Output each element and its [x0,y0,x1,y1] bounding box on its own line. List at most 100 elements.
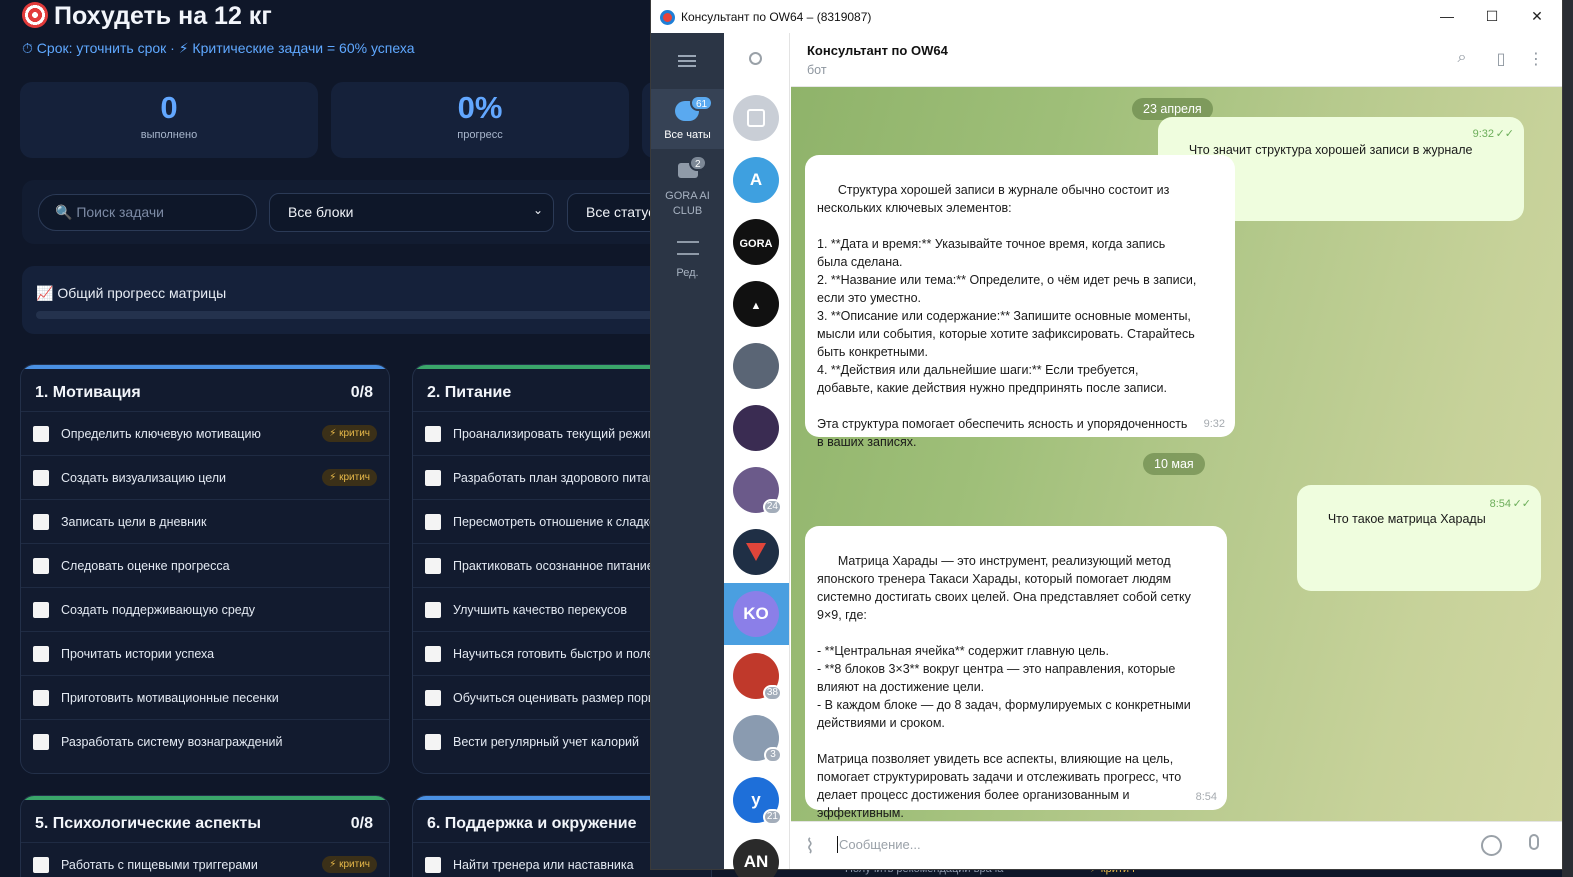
shield-logo-icon [746,543,766,561]
chat-avatar [733,529,779,575]
task-label: Определить ключевую мотивацию [61,427,261,441]
task-label: Создать поддерживающую среду [61,603,256,617]
maximize-icon[interactable]: ☐ [1469,0,1515,33]
folder-edit[interactable]: Ред. [651,233,724,285]
chat-title[interactable]: Консультант по OW64 [807,43,948,58]
chat-list-item[interactable]: A [724,149,789,211]
block-motivation: 1. Мотивация 0/8 Определить ключевую мот… [20,364,390,774]
message-time: 9:32 [1472,128,1494,140]
task-label: Разработать систему вознаграждений [61,735,283,749]
close-icon[interactable]: ✕ [1514,0,1560,33]
task-checkbox[interactable] [425,470,441,486]
read-checkmarks-icon: ✓✓ [1495,128,1514,140]
chat-list-item[interactable]: 24 [724,459,789,521]
chat-avatar: A [733,157,779,203]
task-checkbox[interactable] [425,514,441,530]
task-checkbox[interactable] [33,646,49,662]
avatar-initials: GORA [739,238,773,250]
chat-list-item[interactable]: 3 [724,707,789,769]
chat-avatar [733,95,779,141]
microphone-icon[interactable] [1529,834,1539,850]
chat-avatar [733,343,779,389]
block-title: 1. Мотивация [35,384,141,401]
chat-avatar: у 21 [733,777,782,825]
more-options-icon[interactable]: ⋮ [1525,49,1547,71]
task-row[interactable]: Следовать оценке прогресса [21,543,389,587]
blocks-filter-select[interactable]: Все блоки ⌄ [269,193,554,232]
incoming-message[interactable]: Структура хорошей записи в журнале обычн… [805,155,1235,449]
chat-list-item[interactable]: GORA [724,211,789,273]
task-checkbox[interactable] [33,470,49,486]
search-icon[interactable]: ⌕ [1451,49,1473,71]
edit-icon [677,241,699,255]
task-checkbox[interactable] [33,690,49,706]
task-row[interactable]: Прочитать истории успеха [21,631,389,675]
chat-list-item[interactable]: у 21 [724,769,789,831]
task-row[interactable]: Записать цели в дневник [21,499,389,543]
chat-avatar: 24 [733,467,782,515]
task-checkbox[interactable] [425,690,441,706]
block-psychology: 5. Психологические аспекты 0/8 Работать … [20,795,390,877]
read-checkmarks-icon: ✓✓ [1512,498,1531,510]
emoji-icon[interactable] [1481,835,1502,856]
task-row[interactable]: Приготовить мотивационные песенки [21,675,389,719]
unread-badge: 38 [762,685,782,701]
chat-list-item[interactable] [724,521,789,583]
chat-list-item[interactable] [724,397,789,459]
task-row[interactable]: Создать поддерживающую среду [21,587,389,631]
outgoing-message[interactable]: Что такое матрица Харады 8:54 ✓✓ [1297,485,1541,591]
chat-list-item[interactable] [724,335,789,397]
task-row[interactable]: Работать с пищевыми триггерами ⚡ критич [21,842,389,877]
task-checkbox[interactable] [425,602,441,618]
hamburger-menu-icon[interactable] [678,55,696,67]
chat-list-item[interactable]: KO [724,583,789,645]
window-titlebar[interactable]: Консультант по OW64 – (8319087) — ☐ ✕ [651,0,1562,33]
task-checkbox[interactable] [425,857,441,873]
task-search-input[interactable]: 🔍 Поиск задачи [38,194,257,231]
task-checkbox[interactable] [33,558,49,574]
task-checkbox[interactable] [425,646,441,662]
folder-unread-badge: 61 [690,95,714,111]
incoming-message[interactable]: Матрица Харады — это инструмент, реализу… [805,526,1227,820]
chat-list-item[interactable]: AN [724,831,789,877]
search-icon[interactable] [749,52,762,65]
chat-avatar: KO [733,591,779,637]
sidebar-toggle-icon[interactable]: ▯ [1490,49,1512,71]
task-row[interactable]: Создать визуализацию цели ⚡ критич [21,455,389,499]
task-checkbox[interactable] [33,514,49,530]
overall-progress-title: 📈 Общий прогресс матрицы [36,285,227,301]
task-checkbox[interactable] [425,426,441,442]
attach-icon[interactable]: ⌇ [805,834,815,859]
avatar-initials: A [749,170,763,189]
task-row[interactable]: Определить ключевую мотивацию ⚡ критич [21,411,389,455]
task-checkbox[interactable] [33,857,49,873]
task-label: Работать с пищевыми триггерами [61,858,258,872]
block-count: 0/8 [350,384,373,401]
chat-avatar: AN [733,839,779,877]
folder-gora-ai-club[interactable]: 2 GORA AI CLUB [651,153,724,223]
folders-sidebar: 61 Все чаты 2 GORA AI CLUB Ред. [651,33,724,869]
avatar-initials: KO [743,604,769,623]
avatar-initials: ▲ [750,300,762,312]
folder-label: Все чаты [664,129,711,141]
archive-icon [747,109,765,127]
task-checkbox[interactable] [33,602,49,618]
chat-list-item[interactable] [724,87,789,149]
unread-badge: 21 [762,809,782,825]
task-checkbox[interactable] [425,734,441,750]
chat-list-item[interactable]: 38 [724,645,789,707]
minimize-icon[interactable]: — [1424,0,1470,33]
task-checkbox[interactable] [33,734,49,750]
message-input[interactable]: Сообщение... [839,837,921,852]
task-row[interactable]: Разработать систему вознаграждений [21,719,389,763]
chat-list: A GORA ▲ 24 KO 38 3 у 21 AN [724,33,790,877]
task-checkbox[interactable] [33,426,49,442]
chat-list-item[interactable]: ▲ [724,273,789,335]
folder-all-chats[interactable]: 61 Все чаты [651,89,724,149]
message-composer: ⌇ Сообщение... [791,821,1562,869]
message-area[interactable]: 23 апреля Что значит структура хорошей з… [791,87,1562,821]
block-count: 0/8 [350,815,373,832]
task-checkbox[interactable] [425,558,441,574]
folder-label: GORA AI CLUB [665,190,710,217]
block-title: 6. Поддержка и окружение [427,815,637,832]
